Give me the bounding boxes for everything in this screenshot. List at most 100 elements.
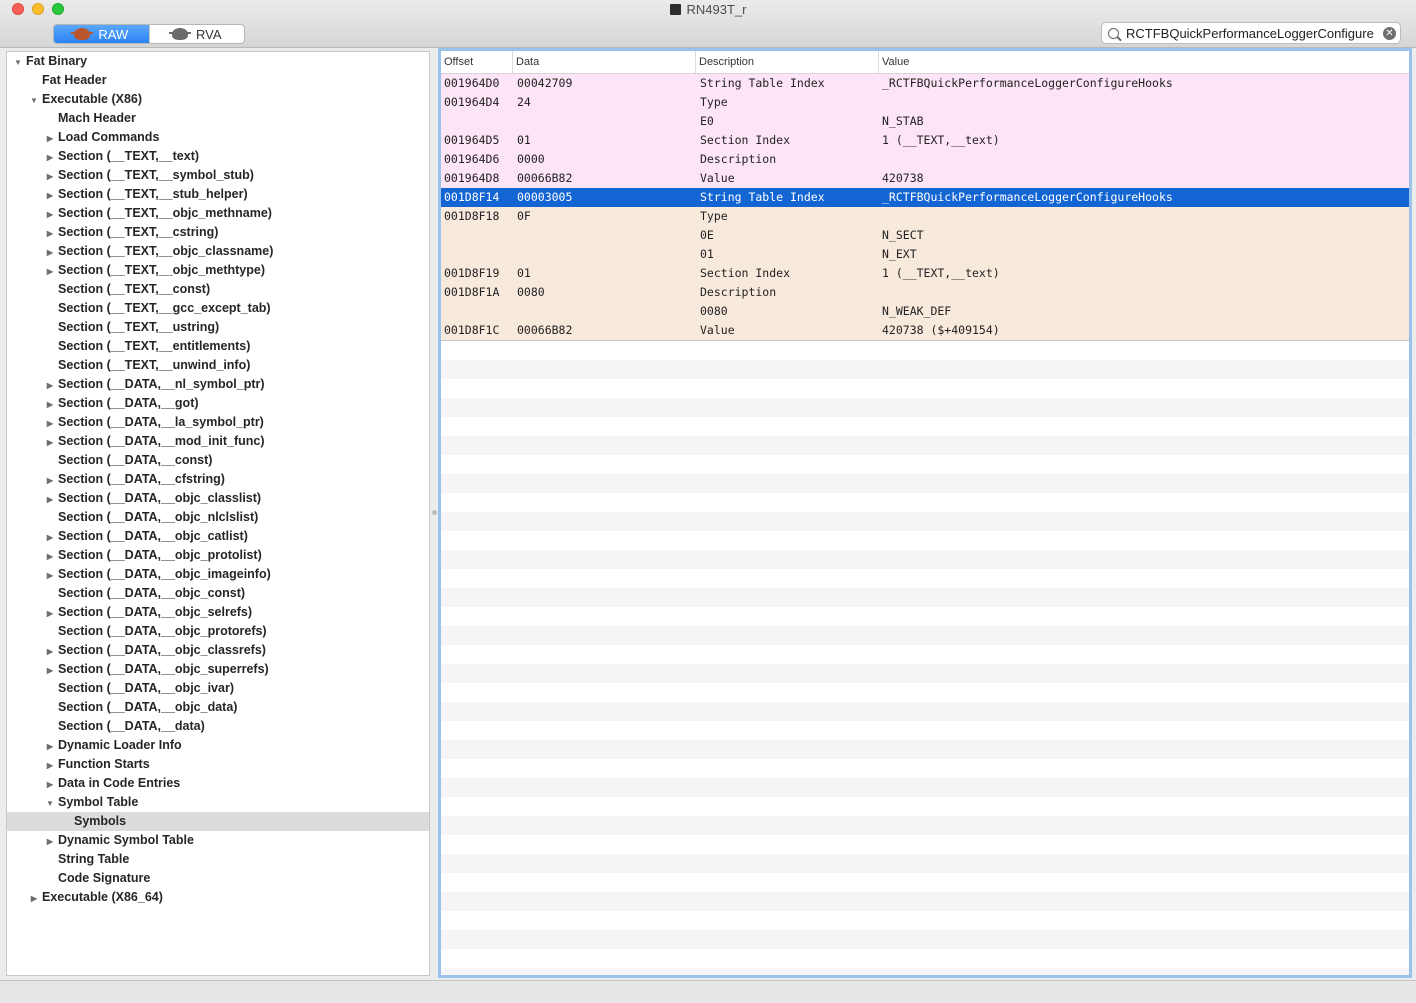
tree-item[interactable]: ▶ Data in Code Entries bbox=[7, 774, 429, 793]
disclosure-collapsed-icon[interactable]: ▶ bbox=[45, 167, 55, 186]
tree-item[interactable]: Section (__DATA,__const) bbox=[7, 451, 429, 470]
tree-item[interactable]: Section (__TEXT,__gcc_except_tab) bbox=[7, 299, 429, 318]
tree-item[interactable]: ▶ Section (__DATA,__objc_classrefs) bbox=[7, 641, 429, 660]
tree-item[interactable]: Section (__TEXT,__const) bbox=[7, 280, 429, 299]
disclosure-collapsed-icon[interactable]: ▶ bbox=[45, 547, 55, 566]
tree-item[interactable]: ▶ Section (__DATA,__objc_protolist) bbox=[7, 546, 429, 565]
tree-item[interactable]: ▶ Section (__TEXT,__cstring) bbox=[7, 223, 429, 242]
tree-item[interactable]: Section (__DATA,__objc_const) bbox=[7, 584, 429, 603]
disclosure-collapsed-icon[interactable]: ▶ bbox=[45, 756, 55, 775]
app-window: RN493T_r RAW RVA ✕ ▼Fat BinaryFat Header… bbox=[0, 0, 1416, 1003]
tree-item[interactable]: ▶ Section (__DATA,__cfstring) bbox=[7, 470, 429, 489]
disclosure-collapsed-icon[interactable]: ▶ bbox=[45, 566, 55, 585]
tree-item[interactable]: ▶ Executable (X86_64) bbox=[7, 888, 429, 907]
tree-item[interactable]: Section (__DATA,__objc_nlclslist) bbox=[7, 508, 429, 527]
tree-item[interactable]: Code Signature bbox=[7, 869, 429, 888]
disclosure-collapsed-icon[interactable]: ▶ bbox=[45, 604, 55, 623]
column-header-value[interactable]: Value bbox=[879, 51, 1409, 73]
tree-item[interactable]: ▶ Section (__TEXT,__stub_helper) bbox=[7, 185, 429, 204]
disclosure-collapsed-icon[interactable]: ▶ bbox=[45, 243, 55, 262]
tree-item[interactable]: ▶ Section (__DATA,__objc_catlist) bbox=[7, 527, 429, 546]
table-row[interactable]: E0 N_STAB bbox=[441, 112, 1409, 131]
column-header-description[interactable]: Description bbox=[696, 51, 879, 73]
disclosure-collapsed-icon[interactable]: ▶ bbox=[45, 414, 55, 433]
disclosure-collapsed-icon[interactable]: ▶ bbox=[45, 262, 55, 281]
disclosure-collapsed-icon[interactable]: ▶ bbox=[45, 129, 55, 148]
disclosure-collapsed-icon[interactable]: ▶ bbox=[45, 642, 55, 661]
disclosure-collapsed-icon[interactable]: ▶ bbox=[45, 433, 55, 452]
table-row[interactable]: 001964D5 01 Section Index 1 (__TEXT,__text) bbox=[441, 131, 1409, 150]
disclosure-collapsed-icon[interactable]: ▶ bbox=[45, 395, 55, 414]
tree-item[interactable]: Section (__TEXT,__entitlements) bbox=[7, 337, 429, 356]
tree-item[interactable]: Mach Header bbox=[7, 109, 429, 128]
tree-item[interactable]: ▶ Section (__TEXT,__symbol_stub) bbox=[7, 166, 429, 185]
table-row[interactable]: 001D8F1A 0080 Description bbox=[441, 283, 1409, 302]
disclosure-collapsed-icon[interactable]: ▶ bbox=[45, 737, 55, 756]
tree-item[interactable]: Section (__DATA,__objc_protorefs) bbox=[7, 622, 429, 641]
disclosure-collapsed-icon[interactable]: ▶ bbox=[45, 224, 55, 243]
tree-item[interactable]: ▶ Dynamic Symbol Table bbox=[7, 831, 429, 850]
tree-item[interactable]: ▶ Section (__TEXT,__objc_classname) bbox=[7, 242, 429, 261]
tree-item[interactable]: Section (__DATA,__objc_ivar) bbox=[7, 679, 429, 698]
table-row[interactable]: 001964D8 00066B82 Value 420738 bbox=[441, 169, 1409, 188]
tree-item[interactable]: ▼ Symbol Table bbox=[7, 793, 429, 812]
tree-item[interactable]: ▶ Dynamic Loader Info bbox=[7, 736, 429, 755]
tree-item[interactable]: ▶ Section (__TEXT,__text) bbox=[7, 147, 429, 166]
column-header-offset[interactable]: Offset bbox=[441, 51, 513, 73]
tree-item[interactable]: Section (__DATA,__data) bbox=[7, 717, 429, 736]
tree-item[interactable]: Section (__DATA,__objc_data) bbox=[7, 698, 429, 717]
table-row[interactable]: 001964D6 0000 Description bbox=[441, 150, 1409, 169]
disclosure-collapsed-icon[interactable]: ▶ bbox=[45, 775, 55, 794]
tree-item[interactable]: ▶ Section (__DATA,__objc_superrefs) bbox=[7, 660, 429, 679]
tree-item[interactable]: ▶ Section (__TEXT,__objc_methname) bbox=[7, 204, 429, 223]
table-row[interactable]: 0080 N_WEAK_DEF bbox=[441, 302, 1409, 321]
tree-item[interactable]: ▶ Section (__TEXT,__objc_methtype) bbox=[7, 261, 429, 280]
tree-item[interactable]: Section (__TEXT,__unwind_info) bbox=[7, 356, 429, 375]
tree-item[interactable]: ▶ Section (__DATA,__got) bbox=[7, 394, 429, 413]
tree-item[interactable]: ▶ Section (__DATA,__la_symbol_ptr) bbox=[7, 413, 429, 432]
tree-item[interactable]: ▶ Section (__DATA,__objc_imageinfo) bbox=[7, 565, 429, 584]
tree-item[interactable]: ▶ Section (__DATA,__nl_symbol_ptr) bbox=[7, 375, 429, 394]
tree-item[interactable]: String Table bbox=[7, 850, 429, 869]
table-row[interactable]: 001D8F19 01 Section Index 1 (__TEXT,__text) bbox=[441, 264, 1409, 283]
disclosure-expanded-icon[interactable]: ▼ bbox=[29, 91, 39, 110]
disclosure-collapsed-icon[interactable]: ▶ bbox=[45, 186, 55, 205]
disclosure-collapsed-icon[interactable]: ▶ bbox=[45, 205, 55, 224]
search-input[interactable] bbox=[1126, 25, 1382, 41]
tree-item[interactable]: ▶ Section (__DATA,__objc_selrefs) bbox=[7, 603, 429, 622]
disclosure-collapsed-icon[interactable]: ▶ bbox=[45, 148, 55, 167]
table-row[interactable]: 001964D4 24 Type bbox=[441, 93, 1409, 112]
table-row[interactable]: 001D8F1C 00066B82 Value 420738 ($+409154) bbox=[441, 321, 1409, 340]
disclosure-collapsed-icon[interactable]: ▶ bbox=[45, 376, 55, 395]
tree-item[interactable]: Symbols bbox=[7, 812, 429, 831]
table-row[interactable]: 001D8F18 0F Type bbox=[441, 207, 1409, 226]
tree-item[interactable]: ▼ Fat Binary bbox=[7, 52, 429, 71]
disclosure-collapsed-icon[interactable]: ▶ bbox=[45, 471, 55, 490]
table-row[interactable]: 01 N_EXT bbox=[441, 245, 1409, 264]
table-row[interactable]: 001964D0 00042709 String Table Index _RCTFB… bbox=[441, 74, 1409, 93]
tree-item[interactable]: ▶ Section (__DATA,__mod_init_func) bbox=[7, 432, 429, 451]
cell-value: N_EXT bbox=[882, 247, 917, 261]
tree-item[interactable]: ▼ Executable (X86) bbox=[7, 90, 429, 109]
column-header-data[interactable]: Data bbox=[513, 51, 696, 73]
tree-item[interactable]: ▶ Section (__DATA,__objc_classlist) bbox=[7, 489, 429, 508]
clear-search-icon[interactable]: ✕ bbox=[1383, 27, 1396, 40]
disclosure-collapsed-icon[interactable]: ▶ bbox=[45, 661, 55, 680]
rva-mode-button[interactable]: RVA bbox=[148, 25, 245, 43]
disclosure-collapsed-icon[interactable]: ▶ bbox=[45, 528, 55, 547]
tree-item-label: Section (__TEXT,__const) bbox=[58, 282, 211, 296]
tree-item[interactable]: ▶ Function Starts bbox=[7, 755, 429, 774]
disclosure-collapsed-icon[interactable]: ▶ bbox=[29, 889, 39, 908]
tree-item[interactable]: ▶ Load Commands bbox=[7, 128, 429, 147]
disclosure-expanded-icon[interactable]: ▼ bbox=[13, 53, 23, 72]
cell-description: 0E bbox=[700, 228, 714, 242]
table-row[interactable]: 0E N_SECT bbox=[441, 226, 1409, 245]
status-bar bbox=[0, 980, 1416, 1003]
tree-item[interactable]: Section (__TEXT,__ustring) bbox=[7, 318, 429, 337]
disclosure-collapsed-icon[interactable]: ▶ bbox=[45, 490, 55, 509]
raw-mode-button[interactable]: RAW bbox=[54, 25, 149, 43]
table-row[interactable]: 001D8F14 00003005 String Table Index _RCTFB… bbox=[441, 188, 1409, 207]
disclosure-collapsed-icon[interactable]: ▶ bbox=[45, 832, 55, 851]
tree-item[interactable]: Fat Header bbox=[7, 71, 429, 90]
disclosure-expanded-icon[interactable]: ▼ bbox=[45, 794, 55, 813]
